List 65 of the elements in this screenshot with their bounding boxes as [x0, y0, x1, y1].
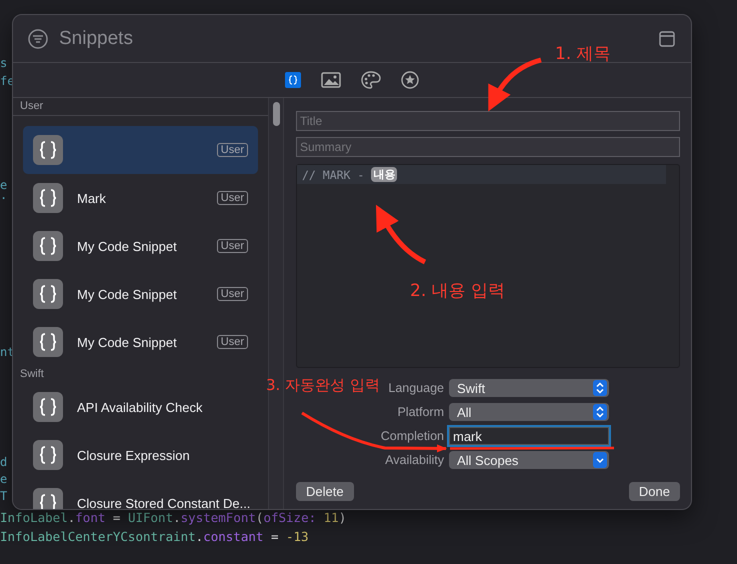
- braces-icon: [33, 231, 63, 261]
- snippet-item[interactable]: API Availability Check: [23, 383, 258, 431]
- palette-tab[interactable]: [361, 71, 381, 89]
- code-text: // MARK -: [302, 168, 366, 182]
- snippet-name: Mark: [77, 190, 106, 206]
- popup-menu[interactable]: All: [449, 403, 609, 421]
- snippet-item[interactable]: My Code Snippet User: [23, 318, 258, 366]
- title-field[interactable]: Title: [296, 111, 680, 131]
- braces-icon: [33, 327, 63, 357]
- braces-icon: [33, 440, 63, 470]
- snippet-item[interactable]: My Code Snippet User: [23, 222, 258, 270]
- user-badge: User: [216, 239, 248, 253]
- delete-button[interactable]: Delete: [296, 482, 354, 501]
- code-line: InfoLabelCenterYCsontraint.constant = -13: [0, 528, 310, 546]
- braces-icon: [33, 135, 63, 165]
- braces-icon: [33, 392, 63, 422]
- chevron-down-icon: [593, 452, 607, 468]
- window-layout-icon[interactable]: [659, 30, 675, 46]
- code-line: InfoLabel.font = UIFont.systemFont(ofSize: 11): [0, 509, 346, 527]
- snippet-name: My Code Snippet: [77, 238, 177, 254]
- user-badge: User: [216, 143, 248, 157]
- updown-chevron-icon: [593, 380, 607, 396]
- user-badge: User: [216, 287, 248, 301]
- code-fragment: d: [0, 455, 8, 469]
- annotation-text: 3. 자동완성 입력: [266, 376, 380, 395]
- updown-chevron-icon: [593, 404, 607, 420]
- scrollbar-thumb[interactable]: [272, 102, 280, 126]
- field-label: Platform: [396, 405, 444, 419]
- snippet-item[interactable]: Closure Stored Constant De...: [23, 479, 258, 509]
- annotation-text: 2. 내용 입력: [410, 280, 506, 302]
- field-label: Availability: [384, 453, 444, 467]
- field-label: Completion: [380, 429, 444, 443]
- code-tab[interactable]: [285, 72, 301, 88]
- field-label: Language: [387, 381, 444, 395]
- window-title: Snippets: [59, 28, 133, 50]
- annotation-arrow: [488, 58, 542, 112]
- user-badge: User: [216, 335, 248, 349]
- summary-field[interactable]: Summary: [296, 137, 680, 157]
- done-button[interactable]: Done: [628, 482, 680, 501]
- code-fragment: T: [0, 489, 8, 503]
- braces-icon: [33, 183, 63, 213]
- snippet-item[interactable]: Closure Expression: [23, 431, 258, 479]
- image-tab[interactable]: [321, 72, 341, 88]
- popup-menu[interactable]: All Scopes: [449, 451, 609, 469]
- completion-field[interactable]: mark: [449, 427, 609, 445]
- snippet-name: API Availability Check: [77, 400, 202, 414]
- snippet-item[interactable]: User: [23, 126, 258, 174]
- code-fragment: s: [0, 56, 8, 70]
- popup-menu[interactable]: Swift: [449, 379, 609, 397]
- snippet-name: My Code Snippet: [77, 286, 177, 302]
- star-tab[interactable]: [401, 71, 419, 89]
- braces-icon: [33, 488, 63, 509]
- annotation-arrow: [376, 204, 426, 264]
- user-badge: User: [216, 191, 248, 205]
- section-header: User: [13, 98, 268, 116]
- snippet-name: My Code Snippet: [77, 334, 177, 350]
- snippet-item[interactable]: Mark User: [23, 174, 258, 222]
- section-header: Swift: [19, 367, 45, 382]
- snippet-item[interactable]: My Code Snippet User: [23, 270, 258, 318]
- code-fragment: e: [0, 472, 8, 486]
- filter-icon[interactable]: [27, 28, 49, 50]
- annotation-text: 1. 제목: [555, 43, 611, 65]
- snippet-name: Closure Stored Constant De...: [77, 496, 250, 509]
- snippet-name: Closure Expression: [77, 448, 190, 462]
- braces-icon: [33, 279, 63, 309]
